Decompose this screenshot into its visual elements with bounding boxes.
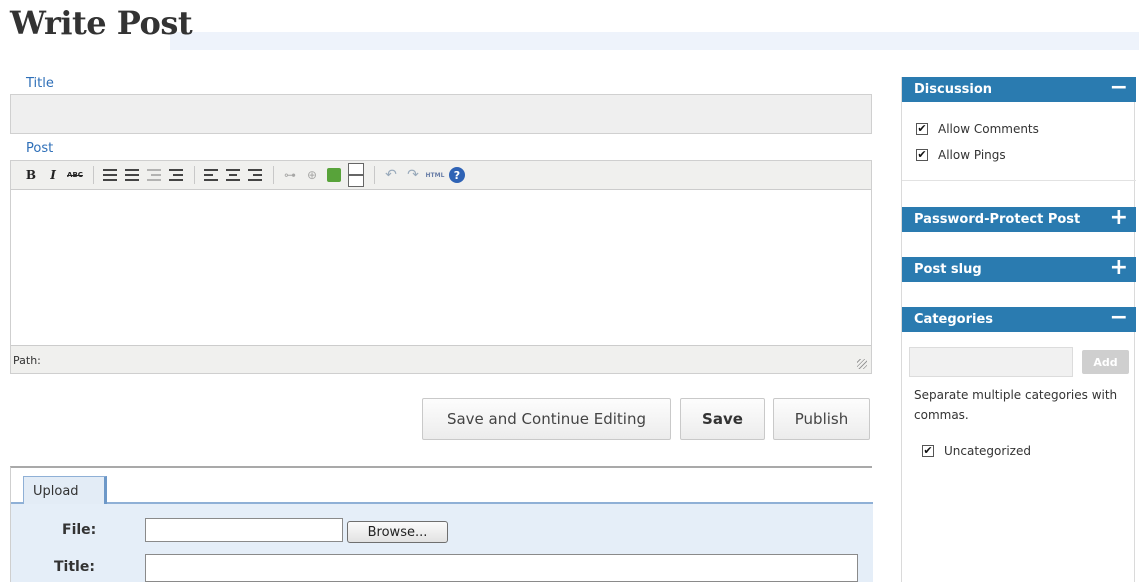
browse-button[interactable]: Browse... xyxy=(347,521,448,543)
expand-icon[interactable]: + xyxy=(1110,205,1128,230)
toolbar-separator xyxy=(273,166,274,184)
align-right-icon xyxy=(248,169,262,181)
save-button[interactable]: Save xyxy=(680,398,765,440)
allow-comments-checkbox[interactable]: ✔ xyxy=(916,123,928,135)
unlink-button[interactable]: ⊕ xyxy=(302,165,322,185)
header-band xyxy=(170,32,1139,50)
align-left-button[interactable] xyxy=(201,165,221,185)
categories-hint: Separate multiple categories with commas… xyxy=(914,388,1118,422)
editor-path-bar: Path: xyxy=(11,345,871,373)
path-label: Path: xyxy=(13,354,41,367)
editor-toolbar: B I ABC ⊶ ⊕ ↶ ↷ HTML ? xyxy=(11,161,871,190)
numbered-list-icon xyxy=(125,169,139,181)
link-icon: ⊶ xyxy=(284,168,296,182)
slug-panel-title: Post slug xyxy=(914,262,982,277)
help-button[interactable]: ? xyxy=(447,165,467,185)
outdent-button[interactable] xyxy=(144,165,164,185)
add-category-button[interactable]: Add xyxy=(1082,350,1129,374)
categories-panel-header[interactable]: Categories − xyxy=(902,305,1136,332)
bullet-list-icon xyxy=(103,169,117,181)
password-panel-title: Password-Protect Post xyxy=(914,212,1081,227)
collapse-icon[interactable]: − xyxy=(1110,305,1128,330)
allow-comments-label: Allow Comments xyxy=(938,122,1039,136)
more-tag-icon xyxy=(348,163,364,187)
collapse-icon[interactable]: − xyxy=(1110,75,1128,100)
upload-tabbar: Upload xyxy=(11,468,873,506)
bullet-list-button[interactable] xyxy=(100,165,120,185)
sidebar-divider xyxy=(902,180,1136,181)
upload-title-label: Title: xyxy=(54,559,95,575)
numbered-list-button[interactable] xyxy=(122,165,142,185)
discussion-panel-title: Discussion xyxy=(914,82,993,97)
file-label: File: xyxy=(62,522,97,538)
redo-icon: ↷ xyxy=(407,167,419,183)
allow-comments-row: ✔ Allow Comments xyxy=(916,122,1039,136)
allow-pings-row: ✔ Allow Pings xyxy=(916,148,1006,162)
editor-content-area[interactable] xyxy=(11,191,871,345)
insert-more-button[interactable] xyxy=(346,163,366,187)
upload-title-input[interactable] xyxy=(145,554,858,582)
new-category-input[interactable] xyxy=(909,347,1073,377)
tab-upload[interactable]: Upload xyxy=(23,476,107,506)
save-continue-button[interactable]: Save and Continue Editing xyxy=(422,398,671,440)
unlink-icon: ⊕ xyxy=(306,168,318,182)
allow-pings-label: Allow Pings xyxy=(938,148,1006,162)
upload-panel: Upload File: Browse... Title: xyxy=(10,466,873,582)
file-input[interactable] xyxy=(145,518,343,542)
undo-button[interactable]: ↶ xyxy=(381,165,401,185)
post-editor[interactable]: B I ABC ⊶ ⊕ ↶ ↷ HTML ? Path: xyxy=(10,160,872,374)
toolbar-separator xyxy=(194,166,195,184)
category-item: ✔ Uncategorized xyxy=(922,444,1031,458)
indent-icon xyxy=(169,169,183,181)
align-right-button[interactable] xyxy=(245,165,265,185)
category-checkbox[interactable]: ✔ xyxy=(922,445,934,457)
post-label: Post xyxy=(26,141,54,156)
insert-image-button[interactable] xyxy=(324,165,344,185)
outdent-icon xyxy=(147,169,161,181)
title-input[interactable] xyxy=(10,94,872,134)
publish-button[interactable]: Publish xyxy=(773,398,870,440)
link-button[interactable]: ⊶ xyxy=(280,165,300,185)
expand-icon[interactable]: + xyxy=(1110,255,1128,280)
help-icon: ? xyxy=(449,167,465,183)
bold-button[interactable]: B xyxy=(21,165,41,185)
indent-button[interactable] xyxy=(166,165,186,185)
upload-form: File: Browse... Title: xyxy=(11,504,873,582)
italic-button[interactable]: I xyxy=(43,165,63,185)
page-header: Write Post xyxy=(0,0,1139,52)
toolbar-separator xyxy=(374,166,375,184)
discussion-panel-header[interactable]: Discussion − xyxy=(902,75,1136,102)
resize-grip-icon[interactable] xyxy=(857,359,867,369)
sidebar: Discussion − ✔ Allow Comments ✔ Allow Pi… xyxy=(901,75,1136,582)
allow-pings-checkbox[interactable]: ✔ xyxy=(916,149,928,161)
title-label: Title xyxy=(26,76,54,91)
categories-panel-title: Categories xyxy=(914,312,994,327)
slug-panel-header[interactable]: Post slug + xyxy=(902,255,1136,282)
html-button[interactable]: HTML xyxy=(425,165,445,185)
toolbar-separator xyxy=(93,166,94,184)
page-title: Write Post xyxy=(10,4,193,42)
category-label: Uncategorized xyxy=(944,444,1031,458)
undo-icon: ↶ xyxy=(385,167,397,183)
redo-button[interactable]: ↷ xyxy=(403,165,423,185)
image-icon xyxy=(327,168,341,182)
align-left-icon xyxy=(204,169,218,181)
password-panel-header[interactable]: Password-Protect Post + xyxy=(902,205,1136,232)
strikethrough-button[interactable]: ABC xyxy=(65,165,85,185)
align-center-icon xyxy=(226,169,240,181)
align-center-button[interactable] xyxy=(223,165,243,185)
